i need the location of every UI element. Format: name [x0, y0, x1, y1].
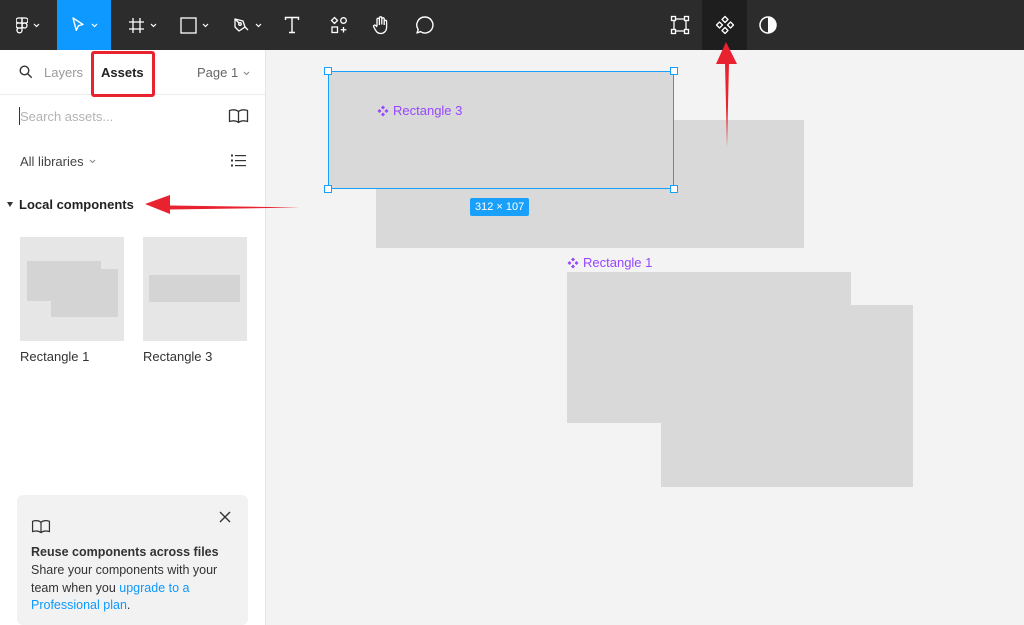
arrow-to-component-button [716, 42, 737, 147]
arrow-to-local-components [145, 195, 300, 214]
annotation-arrows [145, 42, 737, 214]
